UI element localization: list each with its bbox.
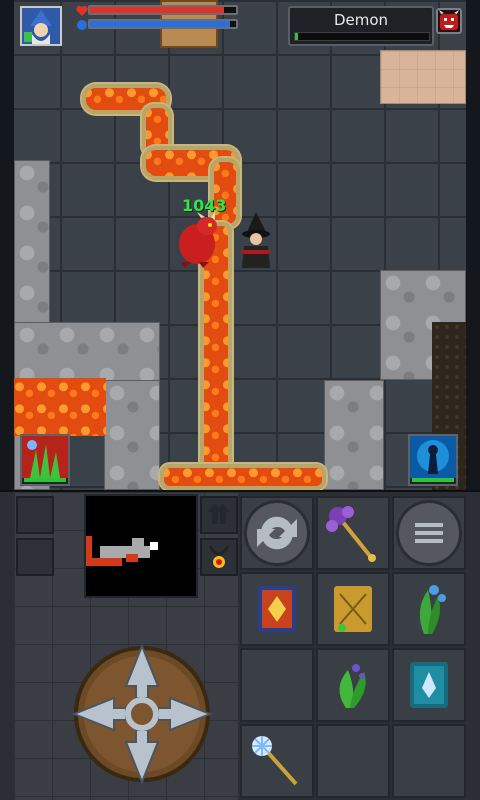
health-bar: [88, 5, 238, 15]
demon-enemy[interactable]: [175, 212, 221, 268]
red-spellbook-icon: [258, 586, 296, 632]
demon-face-icon: [439, 10, 459, 30]
inventory-panel: [238, 492, 466, 800]
swap-button[interactable]: [240, 496, 314, 570]
fire-plant-spell-icon: [22, 436, 68, 478]
inventory-slot-4[interactable]: [240, 648, 314, 722]
stone-wall-floor-left: [104, 380, 160, 490]
purple-staff-icon: [326, 506, 376, 562]
teal-spellbook-icon: [410, 662, 448, 708]
inventory-slot-5[interactable]: [316, 648, 390, 722]
mana-icon: [77, 20, 87, 30]
heart-icon: [76, 5, 88, 16]
ice-staff-icon: [252, 736, 298, 786]
inventory-slot-1[interactable]: [240, 572, 314, 646]
inventory-slot-3[interactable]: [392, 572, 466, 646]
target-health-bar-fill: [295, 33, 298, 40]
inventory-slot-8[interactable]: [316, 724, 390, 798]
skill-slot-left[interactable]: [20, 434, 70, 486]
blue-herb-icon: [419, 585, 446, 634]
quick-slot-1[interactable]: [16, 496, 54, 534]
inventory-slot-6[interactable]: [392, 648, 466, 722]
amulet-icon: [208, 545, 230, 568]
right-frame: [466, 0, 480, 490]
weapon-slot[interactable]: [316, 496, 390, 570]
dpad[interactable]: [70, 642, 214, 786]
minimap[interactable]: [84, 494, 198, 598]
player-status-bars: [76, 4, 240, 32]
stone-wall-lower-right: [324, 380, 384, 490]
target-portrait[interactable]: [436, 8, 462, 34]
amulet-slot[interactable]: [200, 538, 238, 576]
skill-slot-right[interactable]: [408, 434, 458, 486]
swap-arrows-icon: [257, 516, 297, 550]
golden-spellbook-icon: [334, 586, 372, 632]
lava-pool-left: [14, 378, 106, 436]
sand-floor: [380, 50, 466, 104]
swap-button-disc: [244, 500, 310, 566]
damage-number: 1043: [182, 196, 227, 215]
menu-lines-icon: [415, 523, 443, 543]
stone-wall-lower-left: [14, 322, 160, 382]
player-avatar[interactable]: [20, 6, 62, 46]
floor-up-icon: [208, 504, 230, 524]
mana-bar-fill: [90, 21, 231, 27]
wizard-portrait-icon: [22, 8, 60, 44]
menu-button[interactable]: [392, 496, 466, 570]
lava-bottom: [160, 464, 326, 490]
inventory-slot-9[interactable]: [392, 724, 466, 798]
player-character[interactable]: [238, 212, 274, 270]
target-panel[interactable]: Demon: [288, 6, 434, 46]
quick-slot-3[interactable]: [200, 496, 238, 534]
mana-bar: [88, 19, 238, 29]
quick-slot-2[interactable]: [16, 538, 54, 576]
inventory-slot-7[interactable]: [240, 724, 314, 798]
green-herb-icon: [339, 664, 366, 708]
inventory-slot-2[interactable]: [316, 572, 390, 646]
target-name: Demon: [333, 11, 389, 29]
game-screen: 1043 Demon: [0, 0, 480, 800]
control-panel: [0, 490, 480, 800]
dpad-icon: [71, 643, 213, 785]
skill-left-cooldown: [24, 478, 66, 482]
menu-button-disc: [396, 500, 462, 566]
health-bar-fill: [90, 7, 225, 13]
left-controls: [14, 492, 238, 800]
target-health-bar: [294, 32, 430, 41]
blue-summon-spell-icon: [410, 436, 456, 478]
game-viewport[interactable]: 1043: [14, 0, 466, 490]
left-frame: [0, 0, 14, 490]
minimap-drawing: [86, 536, 158, 566]
skill-right-cooldown: [412, 478, 454, 482]
